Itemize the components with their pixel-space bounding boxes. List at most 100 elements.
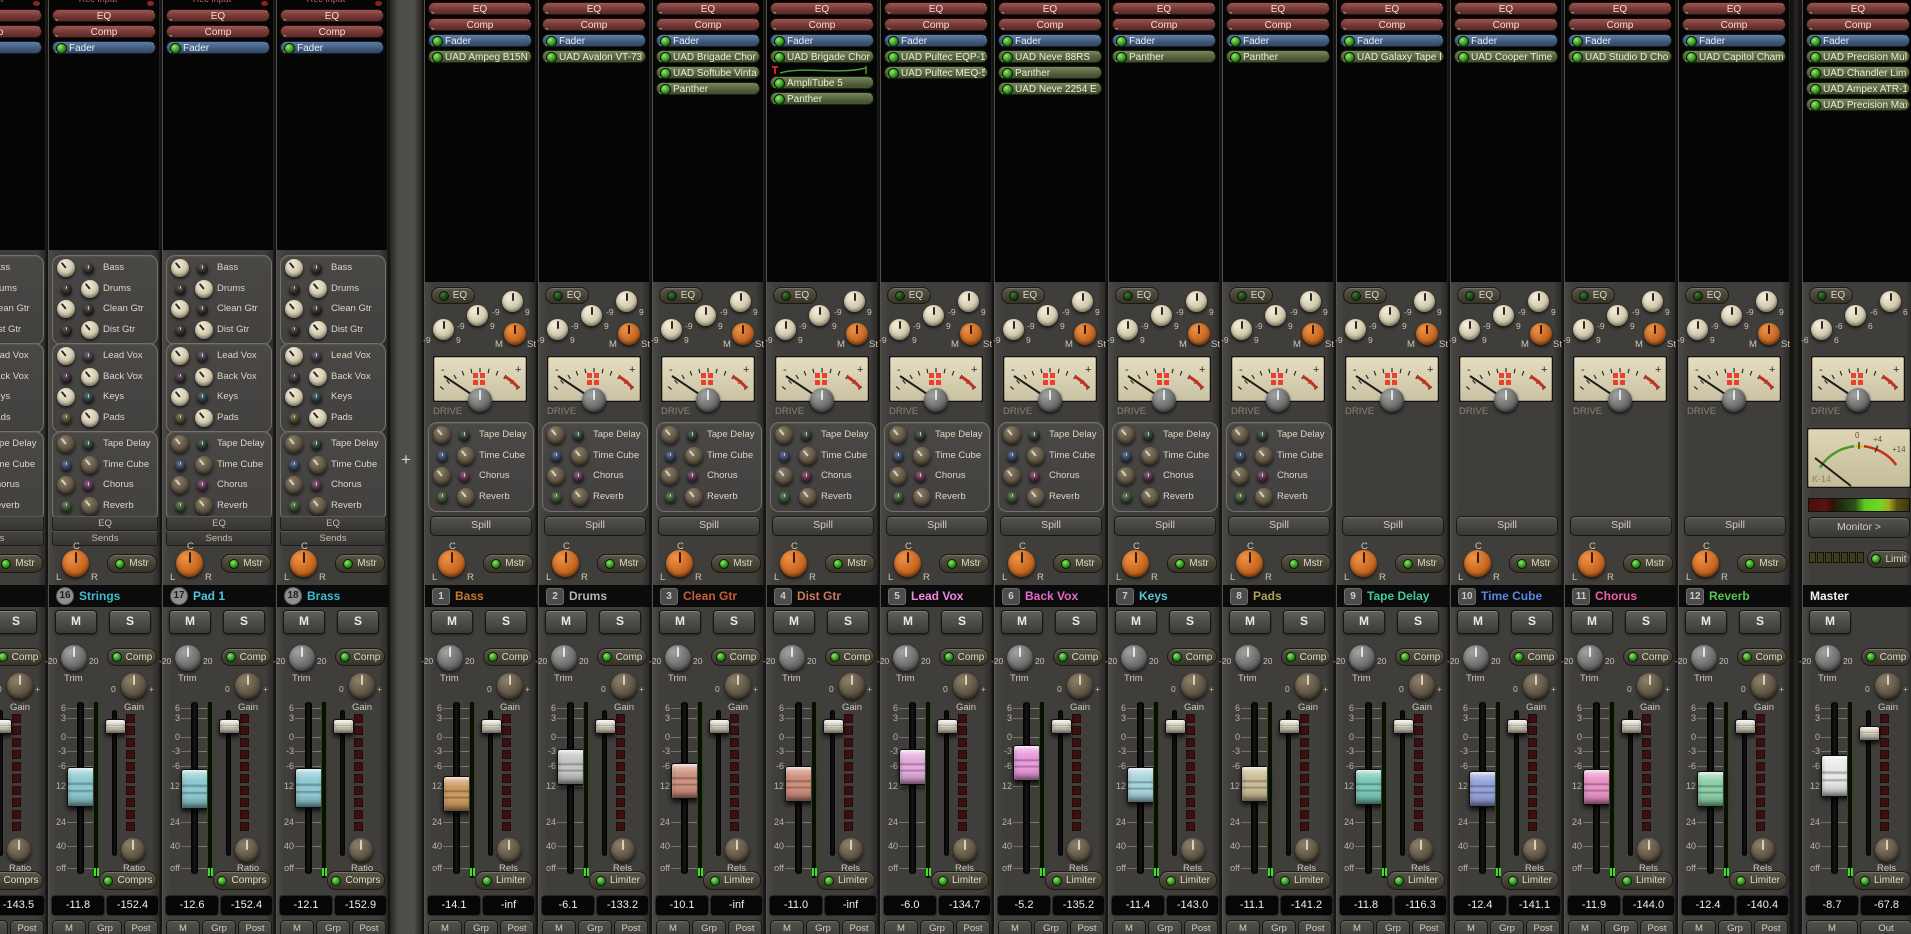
- send-dest-knob[interactable]: [289, 325, 300, 336]
- bottom-post-button[interactable]: Post: [728, 920, 762, 934]
- eq-high-knob[interactable]: [844, 291, 865, 312]
- limiter-button[interactable]: Limiter: [1853, 871, 1911, 890]
- send-dest-knob[interactable]: [687, 430, 698, 441]
- fader-cap[interactable]: [67, 767, 96, 807]
- send-knob-time-cube[interactable]: [571, 447, 589, 465]
- trim-knob[interactable]: [175, 645, 201, 671]
- bottom-grp-button[interactable]: Grp: [316, 920, 350, 934]
- drive-knob[interactable]: [1846, 388, 1870, 412]
- send-dest-knob[interactable]: [61, 325, 72, 336]
- peak-readout[interactable]: -67.8: [1860, 895, 1911, 916]
- gain-fader-cap[interactable]: [1165, 719, 1186, 734]
- limit-button[interactable]: Limit: [1867, 550, 1911, 568]
- track-name-bar[interactable]: 17Pad 1: [163, 585, 275, 607]
- bottom-out-button[interactable]: Out: [1860, 920, 1911, 934]
- comp-button[interactable]: Comp: [1167, 648, 1217, 666]
- send-dest-knob[interactable]: [437, 451, 448, 462]
- eq-mid-knob[interactable]: [1493, 305, 1514, 326]
- send-dest-knob[interactable]: [459, 471, 470, 482]
- send-knob-bass[interactable]: [171, 259, 189, 277]
- bottom-m-button[interactable]: M: [1568, 920, 1602, 934]
- comp-slot[interactable]: Comp: [0, 25, 42, 38]
- master-assign-button[interactable]: Mstr: [1281, 554, 1331, 573]
- rels-knob[interactable]: [1523, 838, 1547, 862]
- pan-knob[interactable]: [666, 550, 693, 577]
- send-dest-knob[interactable]: [665, 492, 676, 503]
- trim-knob[interactable]: [1121, 645, 1147, 671]
- trim-knob[interactable]: [1007, 645, 1033, 671]
- send-dest-knob[interactable]: [1029, 430, 1040, 441]
- solo-button[interactable]: S: [1625, 610, 1667, 634]
- fader-slot[interactable]: Fader: [884, 34, 988, 47]
- bottom-grp-button[interactable]: Grp: [202, 920, 236, 934]
- eq-mid-knob[interactable]: [695, 305, 716, 326]
- fader-slot[interactable]: Fader: [542, 34, 646, 47]
- track-name-bar[interactable]: [0, 585, 46, 607]
- send-dest-knob[interactable]: [779, 451, 790, 462]
- track-name-bar[interactable]: 11Chorus: [1565, 585, 1677, 607]
- bottom-grp-button[interactable]: Grp: [806, 920, 840, 934]
- eq-mid-knob[interactable]: [1721, 305, 1742, 326]
- send-dest-knob[interactable]: [1007, 451, 1018, 462]
- send-knob-pads[interactable]: [309, 409, 327, 427]
- plugin-slot[interactable]: UAD Brigade Chor: [770, 50, 874, 63]
- send-dest-knob[interactable]: [61, 284, 72, 295]
- width-knob[interactable]: [1416, 323, 1438, 345]
- track-name-bar[interactable]: 8Pads: [1223, 585, 1335, 607]
- bottom-grp-button[interactable]: Grp: [1034, 920, 1068, 934]
- plugin-slot[interactable]: UAD Galaxy Tape E: [1340, 50, 1444, 63]
- send-dest-knob[interactable]: [893, 492, 904, 503]
- master-assign-button[interactable]: Mstr: [107, 554, 157, 573]
- comp-button[interactable]: Comp: [483, 648, 533, 666]
- plugin-slot[interactable]: UAD Cooper Time: [1454, 50, 1558, 63]
- comp-slot[interactable]: Comp: [1226, 18, 1330, 31]
- gain-knob[interactable]: [725, 673, 751, 699]
- width-knob[interactable]: [1530, 323, 1552, 345]
- plugin-slot[interactable]: UAD Studio D Cho: [1568, 50, 1672, 63]
- gain-fader-cap[interactable]: [823, 719, 844, 734]
- peak-readout[interactable]: -141.1: [1508, 895, 1561, 916]
- send-knob-back-vox[interactable]: [81, 368, 99, 386]
- send-dest-knob[interactable]: [1143, 430, 1154, 441]
- plugin-slot[interactable]: UAD Precision Max: [1806, 98, 1910, 111]
- comp-slot[interactable]: Comp: [280, 25, 384, 38]
- mute-button[interactable]: M: [1685, 610, 1727, 634]
- track-name-bar[interactable]: 18Brass: [277, 585, 389, 607]
- peak-readout[interactable]: -152.4: [106, 895, 159, 916]
- spill-button[interactable]: Spill: [544, 516, 646, 536]
- eq-high-knob[interactable]: [502, 291, 523, 312]
- eq-slot[interactable]: EQ: [656, 2, 760, 15]
- bottom-post-button[interactable]: Post: [1184, 920, 1218, 934]
- comp-button[interactable]: Comp: [1737, 648, 1787, 666]
- add-channel-button[interactable]: +: [395, 450, 417, 472]
- peak-readout[interactable]: -144.0: [1622, 895, 1675, 916]
- track-name-bar[interactable]: 9Tape Delay: [1337, 585, 1449, 607]
- send-dest-knob[interactable]: [779, 492, 790, 503]
- send-knob-keys[interactable]: [57, 388, 75, 406]
- send-knob-time-cube[interactable]: [309, 456, 327, 474]
- pan-knob[interactable]: [894, 550, 921, 577]
- bottom-grp-button[interactable]: Grp: [0, 920, 8, 934]
- gain-knob[interactable]: [1181, 673, 1207, 699]
- rels-knob[interactable]: [1409, 838, 1433, 862]
- fader-db-readout[interactable]: -6.0: [883, 895, 937, 916]
- peak-readout[interactable]: -134.7: [938, 895, 991, 916]
- comp-slot[interactable]: Comp: [884, 18, 988, 31]
- peak-readout[interactable]: -116.3: [1394, 895, 1447, 916]
- bottom-post-button[interactable]: Post: [614, 920, 648, 934]
- eq-low-knob[interactable]: [775, 319, 796, 340]
- fader-slot[interactable]: Fader: [1806, 34, 1910, 47]
- send-knob-tape-delay[interactable]: [1231, 426, 1249, 444]
- eq-low-knob[interactable]: [889, 319, 910, 340]
- track-name-bar[interactable]: Master: [1803, 585, 1911, 607]
- eq-button[interactable]: EQ: [887, 287, 931, 304]
- master-assign-button[interactable]: Mstr: [1167, 554, 1217, 573]
- eq-low-knob[interactable]: [1687, 319, 1708, 340]
- master-assign-button[interactable]: Mstr: [939, 554, 989, 573]
- width-knob[interactable]: [1302, 323, 1324, 345]
- fader-db-readout[interactable]: -5.2: [997, 895, 1051, 916]
- fader-cap[interactable]: [1583, 769, 1612, 805]
- send-knob-reverb[interactable]: [1027, 488, 1045, 506]
- solo-button[interactable]: S: [1169, 610, 1211, 634]
- send-dest-knob[interactable]: [1235, 451, 1246, 462]
